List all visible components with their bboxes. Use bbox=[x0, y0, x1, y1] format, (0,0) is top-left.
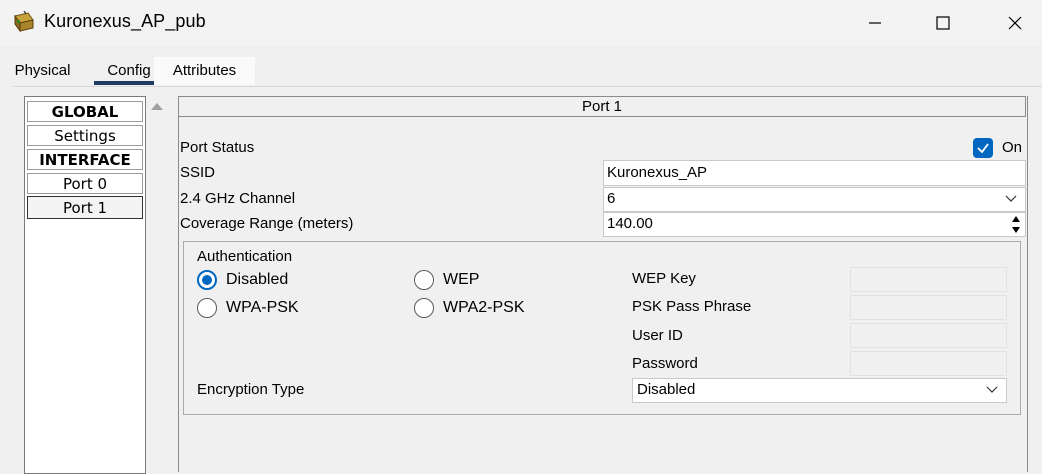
triangle-down-icon bbox=[1011, 226, 1020, 233]
nav-item-interface[interactable]: INTERFACE bbox=[27, 149, 143, 170]
device-icon bbox=[12, 10, 36, 35]
nav-item-port-0[interactable]: Port 0 bbox=[27, 173, 143, 194]
ssid-input[interactable]: Kuronexus_AP bbox=[603, 160, 1026, 186]
port-status-checkbox[interactable] bbox=[973, 138, 993, 158]
tab-attributes[interactable]: Attributes bbox=[154, 57, 255, 85]
user-id-input bbox=[850, 323, 1007, 348]
radio-wep-label: WEP bbox=[443, 271, 480, 288]
nav-scrollbar[interactable] bbox=[148, 96, 168, 472]
encryption-type-value: Disabled bbox=[637, 381, 696, 398]
nav-item-settings[interactable]: Settings bbox=[27, 125, 143, 146]
psk-pass-phrase-input bbox=[850, 295, 1007, 320]
radio-disabled-label: Disabled bbox=[226, 271, 289, 288]
nav-item-global[interactable]: GLOBAL bbox=[27, 101, 143, 122]
radio-wpa2-psk-label: WPA2-PSK bbox=[443, 299, 525, 316]
spin-down-button[interactable] bbox=[1008, 224, 1023, 235]
chevron-down-icon bbox=[1005, 195, 1017, 202]
password-input bbox=[850, 351, 1007, 376]
radio-wpa-psk-label: WPA-PSK bbox=[226, 299, 299, 316]
radio-disabled[interactable] bbox=[197, 270, 217, 290]
radio-wpa-psk[interactable] bbox=[197, 298, 217, 318]
nav-item-port-1[interactable]: Port 1 bbox=[27, 196, 143, 219]
coverage-label: Coverage Range (meters) bbox=[180, 215, 354, 232]
tab-physical[interactable]: Physical bbox=[13, 57, 72, 85]
channel-value: 6 bbox=[607, 190, 616, 207]
wep-key-label: WEP Key bbox=[632, 270, 696, 287]
wep-key-input bbox=[850, 267, 1007, 292]
checkmark-icon bbox=[977, 143, 989, 154]
title-bar: Kuronexus_AP_pub bbox=[0, 0, 1042, 46]
authentication-label: Authentication bbox=[197, 248, 293, 265]
triangle-up-icon bbox=[1011, 215, 1020, 222]
encryption-type-label: Encryption Type bbox=[197, 381, 305, 398]
radio-wpa2-psk[interactable] bbox=[414, 298, 434, 318]
psk-pass-phrase-label: PSK Pass Phrase bbox=[632, 298, 752, 315]
maximize-button[interactable] bbox=[920, 0, 966, 46]
chevron-down-icon bbox=[986, 386, 998, 393]
config-nav-list: GLOBAL Settings INTERFACE Port 0 Port 1 bbox=[24, 96, 146, 474]
radio-wep[interactable] bbox=[414, 270, 434, 290]
maximize-icon bbox=[936, 16, 950, 30]
encryption-type-select[interactable]: Disabled bbox=[632, 378, 1007, 403]
scroll-up-icon[interactable] bbox=[151, 103, 163, 110]
close-button[interactable] bbox=[992, 0, 1038, 46]
minimize-button[interactable] bbox=[852, 0, 898, 46]
coverage-value: 140.00 bbox=[607, 215, 653, 232]
channel-select[interactable]: 6 bbox=[603, 187, 1026, 212]
minimize-icon bbox=[869, 22, 881, 24]
user-id-label: User ID bbox=[632, 327, 683, 344]
port-status-on-label: On bbox=[1002, 139, 1023, 156]
password-label: Password bbox=[632, 355, 698, 372]
port-status-label: Port Status bbox=[180, 139, 255, 156]
coverage-input[interactable]: 140.00 bbox=[603, 212, 1026, 237]
channel-label: 2.4 GHz Channel bbox=[180, 190, 296, 207]
window-title: Kuronexus_AP_pub bbox=[44, 11, 206, 31]
ssid-label: SSID bbox=[180, 164, 216, 181]
spin-up-button[interactable] bbox=[1008, 213, 1023, 224]
close-icon bbox=[1008, 16, 1022, 30]
port-header: Port 1 bbox=[178, 96, 1026, 117]
